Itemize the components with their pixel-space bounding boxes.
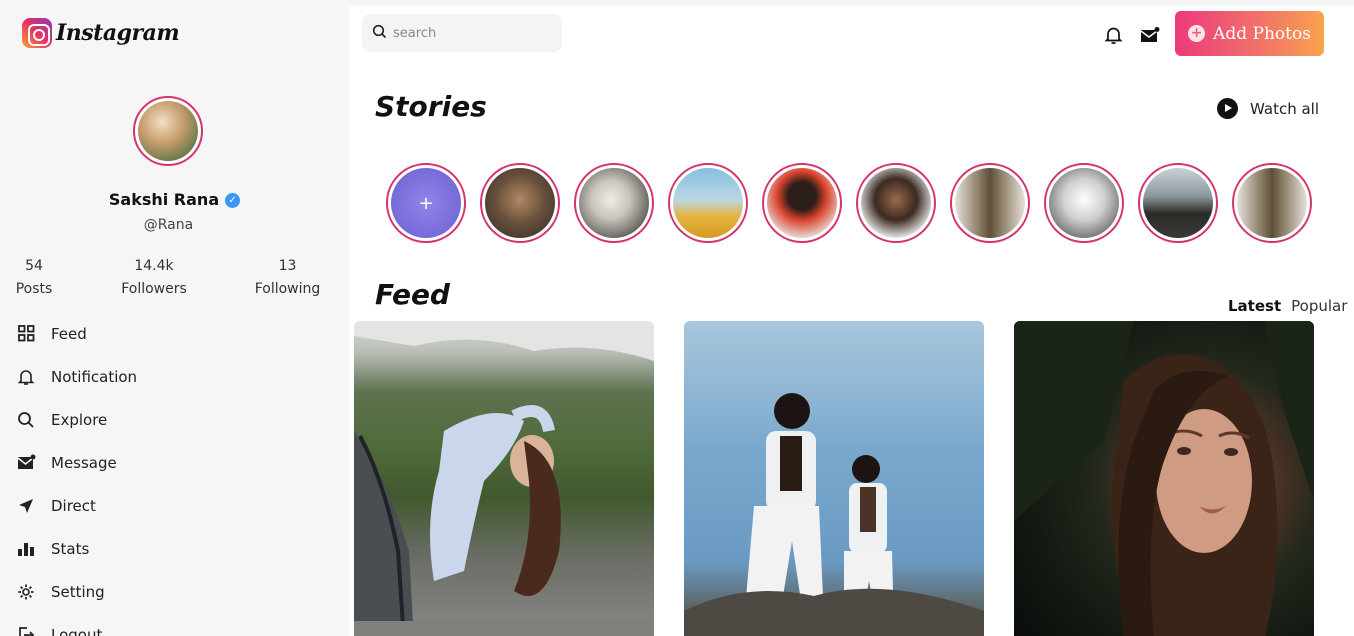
sidebar-item-explore[interactable]: Explore bbox=[16, 398, 137, 441]
add-story-icon: + bbox=[418, 192, 434, 214]
gear-icon bbox=[16, 582, 36, 602]
mail-icon bbox=[16, 453, 36, 473]
story-item[interactable] bbox=[1138, 163, 1218, 243]
tab-latest[interactable]: Latest bbox=[1228, 297, 1281, 315]
add-photos-button[interactable]: + Add Photos bbox=[1175, 11, 1324, 56]
sidebar-item-stats[interactable]: Stats bbox=[16, 527, 137, 570]
story-item[interactable] bbox=[856, 163, 936, 243]
watch-all-label: Watch all bbox=[1250, 99, 1319, 118]
sidebar-item-notification[interactable]: Notification bbox=[16, 355, 137, 398]
grid-icon bbox=[16, 324, 36, 344]
search-bar[interactable] bbox=[362, 14, 562, 52]
add-photos-label: Add Photos bbox=[1213, 23, 1311, 44]
post-image bbox=[684, 393, 984, 636]
stories-title: Stories bbox=[375, 90, 487, 123]
stat-value: 54 bbox=[25, 258, 43, 274]
notification-bell-icon[interactable] bbox=[1102, 24, 1124, 46]
post-image bbox=[354, 321, 654, 636]
feed-title: Feed bbox=[375, 278, 450, 311]
verified-badge-icon: ✓ bbox=[225, 193, 241, 208]
logo-text: Instagram bbox=[56, 20, 180, 46]
feed-post[interactable] bbox=[354, 321, 654, 636]
sidebar-item-label: Setting bbox=[51, 582, 105, 601]
feed-post[interactable] bbox=[1014, 321, 1314, 636]
stat-posts[interactable]: 54 Posts bbox=[10, 258, 58, 297]
search-input[interactable] bbox=[393, 25, 553, 41]
sidebar: Instagram Sakshi Rana ✓ @Rana 54 Posts 14… bbox=[0, 0, 349, 636]
search-icon bbox=[16, 410, 36, 430]
stat-label: Posts bbox=[15, 281, 53, 297]
sidebar-item-setting[interactable]: Setting bbox=[16, 570, 137, 613]
sidebar-menu: Feed Notification Explore Message Direct bbox=[16, 312, 137, 636]
send-icon bbox=[16, 496, 36, 516]
feed-tabs: Latest Popular bbox=[1228, 297, 1347, 315]
story-item[interactable] bbox=[1232, 163, 1312, 243]
sidebar-item-label: Feed bbox=[51, 324, 87, 343]
stat-value: 14.4k bbox=[134, 258, 174, 274]
bar-chart-icon bbox=[16, 539, 36, 559]
story-item[interactable] bbox=[762, 163, 842, 243]
profile-handle: @Rana bbox=[143, 217, 194, 233]
stat-followers[interactable]: 14.4k Followers bbox=[114, 258, 194, 297]
sidebar-item-message[interactable]: Message bbox=[16, 441, 137, 484]
profile-name-row: Sakshi Rana ✓ bbox=[0, 190, 349, 209]
stories-row: + bbox=[386, 163, 1312, 243]
profile-avatar[interactable] bbox=[133, 96, 203, 166]
logout-icon bbox=[16, 625, 36, 636]
stat-value: 13 bbox=[278, 258, 297, 274]
sidebar-item-label: Explore bbox=[51, 410, 108, 429]
main-content: + Add Photos Stories Watch all + Feed La… bbox=[349, 6, 1354, 636]
story-item[interactable] bbox=[480, 163, 560, 243]
story-item[interactable] bbox=[574, 163, 654, 243]
sidebar-item-label: Direct bbox=[51, 496, 96, 515]
stat-following[interactable]: 13 Following bbox=[250, 258, 325, 297]
instagram-logo[interactable]: Instagram bbox=[22, 18, 180, 48]
sidebar-item-label: Notification bbox=[51, 367, 138, 386]
sidebar-item-feed[interactable]: Feed bbox=[16, 312, 137, 355]
stat-label: Following bbox=[254, 281, 321, 297]
story-item[interactable] bbox=[668, 163, 748, 243]
tab-popular[interactable]: Popular bbox=[1291, 297, 1347, 315]
sidebar-item-label: Logout bbox=[51, 625, 103, 636]
message-icon[interactable] bbox=[1139, 24, 1161, 46]
story-item[interactable] bbox=[1044, 163, 1124, 243]
stat-label: Followers bbox=[121, 281, 187, 297]
search-icon bbox=[372, 24, 387, 43]
sidebar-item-label: Message bbox=[51, 453, 117, 472]
sidebar-item-label: Stats bbox=[51, 539, 90, 558]
play-icon bbox=[1217, 98, 1238, 119]
story-add[interactable]: + bbox=[386, 163, 466, 243]
feed-post[interactable] bbox=[684, 321, 984, 636]
story-item[interactable] bbox=[950, 163, 1030, 243]
plus-icon: + bbox=[1188, 25, 1206, 42]
bell-icon bbox=[16, 367, 36, 387]
profile-name: Sakshi Rana bbox=[108, 190, 220, 209]
post-image bbox=[1014, 321, 1314, 636]
instagram-logo-icon bbox=[22, 18, 52, 48]
sidebar-item-direct[interactable]: Direct bbox=[16, 484, 137, 527]
sidebar-item-logout[interactable]: Logout bbox=[16, 613, 137, 636]
watch-all-link[interactable]: Watch all bbox=[1217, 98, 1319, 119]
